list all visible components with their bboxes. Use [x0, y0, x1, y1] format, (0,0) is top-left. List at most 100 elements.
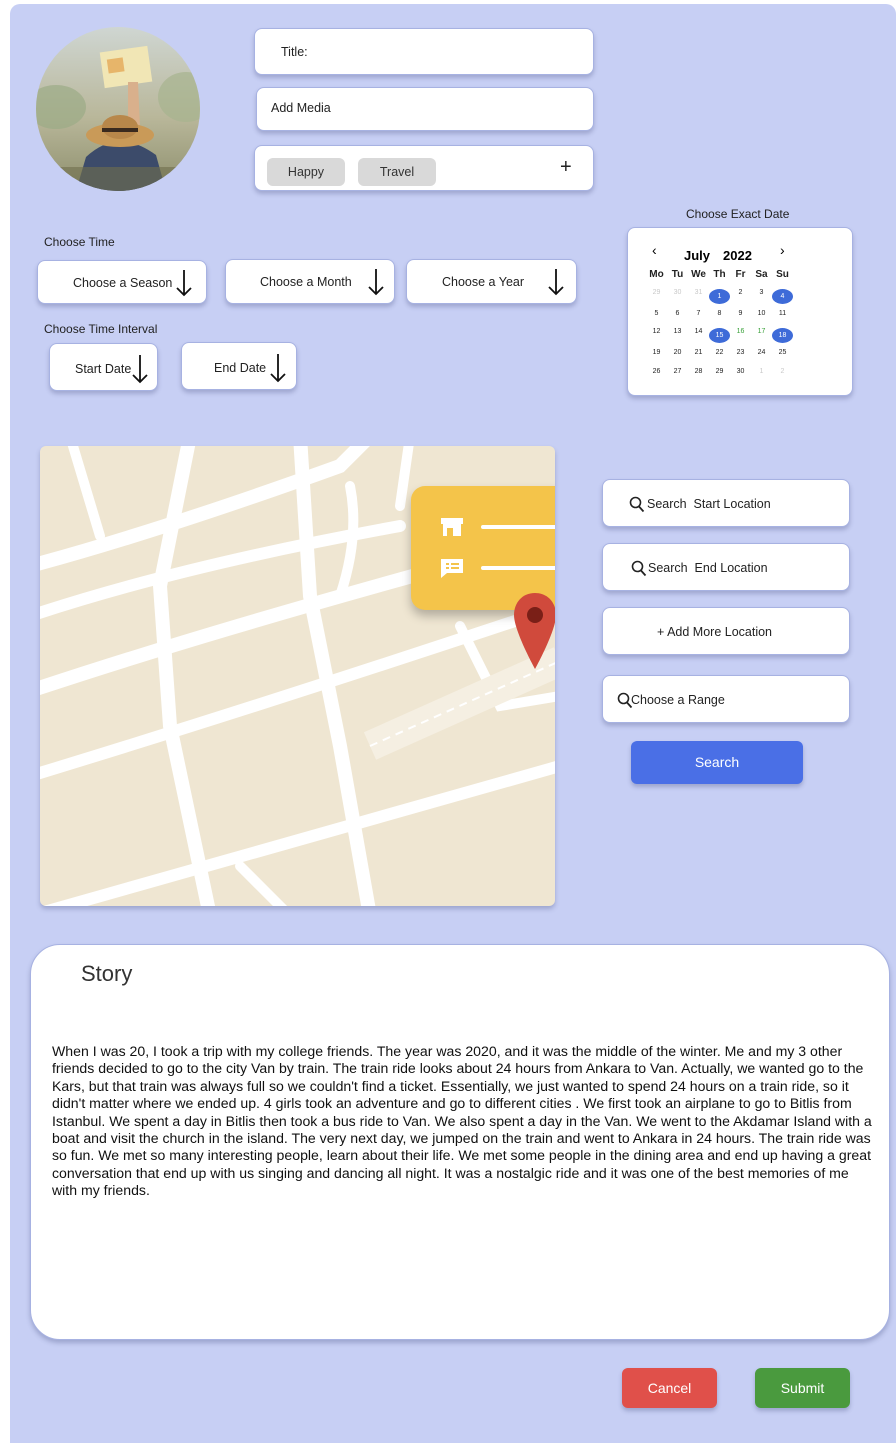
calendar-weekdays: Mo Tu We Th Fr Sa Su — [646, 269, 872, 280]
calendar-next-button[interactable]: › — [780, 242, 785, 258]
weekday-label: Sa — [755, 269, 768, 280]
end-location-field[interactable]: Search End Location — [602, 543, 850, 591]
calendar-week: 26 27 28 29 30 1 2 — [646, 368, 872, 375]
start-date-dropdown[interactable]: Start Date — [49, 343, 158, 391]
calendar-day[interactable]: 6 — [667, 310, 688, 317]
add-media-label: Add Media — [271, 101, 331, 115]
start-date-label: Start Date — [75, 362, 132, 376]
calendar-day[interactable]: 29 — [709, 368, 730, 375]
calendar-day-cell: 4 — [772, 289, 793, 304]
calendar-day[interactable]: 30 — [667, 289, 688, 304]
weekday-label: Su — [776, 269, 789, 280]
calendar-day[interactable]: 13 — [667, 328, 688, 343]
tag-chip[interactable]: Happy — [267, 158, 345, 186]
tags-field[interactable]: Happy Travel + — [254, 145, 594, 191]
calendar-prev-button[interactable]: ‹ — [652, 242, 657, 258]
choose-range-field[interactable]: Choose a Range — [602, 675, 850, 723]
calendar-day[interactable]: 26 — [646, 368, 667, 375]
calendar-day[interactable]: 2 — [772, 368, 793, 375]
calendar-day-cell: 1 — [709, 289, 730, 304]
arrow-down-icon — [548, 269, 564, 296]
calendar-day[interactable]: 27 — [667, 368, 688, 375]
calendar-day[interactable]: 29 — [646, 289, 667, 304]
weekday-label: Th — [713, 269, 726, 280]
calendar-day-selected[interactable]: 1 — [709, 289, 730, 304]
message-icon — [441, 559, 463, 578]
weekday-label: Fr — [735, 269, 746, 280]
calendar-day[interactable]: 30 — [730, 368, 751, 375]
add-more-location-label: + Add More Location — [657, 625, 773, 639]
weekday-label: Mo — [649, 269, 664, 280]
weekday-label: We — [691, 269, 706, 280]
calendar-day[interactable]: 3 — [751, 289, 772, 304]
calendar-day[interactable]: 1 — [751, 368, 772, 375]
arrow-down-icon — [176, 270, 192, 297]
calendar-day[interactable]: 28 — [688, 368, 709, 375]
calendar-day[interactable]: 20 — [667, 349, 688, 356]
title-field[interactable]: Title: — [254, 28, 594, 75]
calendar-day[interactable]: 12 — [646, 328, 667, 343]
popup-line — [481, 525, 555, 529]
year-dropdown[interactable]: Choose a Year — [406, 259, 577, 304]
calendar-day-selected[interactable]: 18 — [772, 328, 793, 343]
calendar-day[interactable]: 25 — [772, 349, 793, 356]
calendar-day[interactable]: 8 — [709, 310, 730, 317]
calendar[interactable]: ‹ July 2022 › Mo Tu We Th Fr Sa Su 29 30… — [627, 227, 853, 396]
calendar-day[interactable]: 21 — [688, 349, 709, 356]
end-date-dropdown[interactable]: End Date — [181, 342, 297, 390]
map-pin-icon[interactable] — [512, 591, 555, 671]
title-label: Title: — [281, 45, 308, 59]
calendar-day[interactable]: 19 — [646, 349, 667, 356]
calendar-day[interactable]: 31 — [688, 289, 709, 304]
time-interval-label: Choose Time Interval — [44, 322, 158, 336]
avatar[interactable] — [36, 27, 200, 191]
calendar-month: July — [684, 248, 711, 263]
season-dropdown[interactable]: Choose a Season — [37, 260, 207, 304]
story-body[interactable]: When I was 20, I took a trip with my col… — [52, 1043, 876, 1200]
submit-button[interactable]: Submit — [755, 1368, 850, 1408]
search-icon — [629, 496, 645, 513]
calendar-day[interactable]: 9 — [730, 310, 751, 317]
calendar-week: 19 20 21 22 23 24 25 — [646, 349, 872, 356]
story-card[interactable]: Story When I was 20, I took a trip with … — [30, 944, 890, 1340]
calendar-day[interactable]: 14 — [688, 328, 709, 343]
map[interactable] — [40, 446, 555, 906]
arrow-down-icon — [132, 355, 148, 384]
calendar-year: 2022 — [723, 248, 752, 263]
popup-line — [481, 566, 555, 570]
month-label: Choose a Month — [260, 275, 352, 289]
calendar-day[interactable]: 10 — [751, 310, 772, 317]
search-button[interactable]: Search — [631, 741, 803, 784]
calendar-day-selected[interactable]: 15 — [709, 328, 730, 343]
calendar-day-selected[interactable]: 4 — [772, 289, 793, 304]
calendar-day[interactable]: 5 — [646, 310, 667, 317]
add-media-field[interactable]: Add Media — [256, 87, 594, 131]
calendar-day[interactable]: 23 — [730, 349, 751, 356]
calendar-day[interactable]: 11 — [772, 310, 793, 317]
calendar-day-cell: 18 — [772, 328, 793, 343]
search-icon — [631, 560, 647, 577]
calendar-day[interactable]: 22 — [709, 349, 730, 356]
calendar-week: 29 30 31 1 2 3 4 — [646, 289, 872, 304]
start-location-label: Search Start Location — [647, 497, 771, 511]
year-label: Choose a Year — [442, 275, 525, 289]
choose-time-label: Choose Time — [44, 235, 115, 249]
calendar-week: 5 6 7 8 9 10 11 — [646, 310, 872, 317]
start-location-field[interactable]: Search Start Location — [602, 479, 850, 527]
cancel-button[interactable]: Cancel — [622, 1368, 717, 1408]
add-tag-button[interactable]: + — [560, 156, 572, 179]
tag-chip[interactable]: Travel — [358, 158, 436, 186]
season-label: Choose a Season — [73, 276, 173, 290]
month-dropdown[interactable]: Choose a Month — [225, 259, 395, 304]
calendar-day[interactable]: 17 — [751, 328, 772, 343]
add-more-location-button[interactable]: + Add More Location — [602, 607, 850, 655]
weekday-label: Tu — [671, 269, 684, 280]
calendar-day[interactable]: 16 — [730, 328, 751, 343]
calendar-week: 12 13 14 15 16 17 18 — [646, 328, 872, 343]
calendar-day-cell: 15 — [709, 328, 730, 343]
arrow-down-icon — [368, 269, 384, 296]
calendar-day[interactable]: 24 — [751, 349, 772, 356]
store-icon — [441, 518, 463, 536]
calendar-day[interactable]: 2 — [730, 289, 751, 304]
calendar-day[interactable]: 7 — [688, 310, 709, 317]
